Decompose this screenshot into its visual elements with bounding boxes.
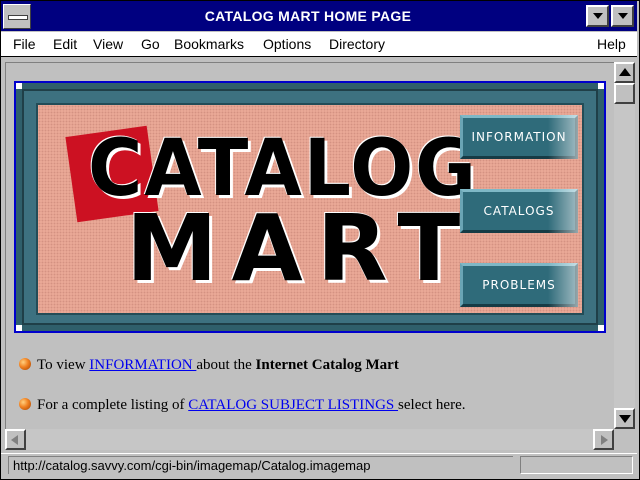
- menu-directory[interactable]: Directory: [329, 36, 385, 52]
- corner-marker: [16, 325, 22, 331]
- line1-middle: about the: [196, 357, 256, 373]
- scroll-up-button[interactable]: [614, 62, 635, 83]
- status-progress: [520, 456, 633, 474]
- scroll-right-button[interactable]: [593, 429, 614, 450]
- catalog-subject-listings-link[interactable]: CATALOG SUBJECT LISTINGS: [188, 397, 398, 413]
- horizontal-scrollbar[interactable]: [5, 429, 614, 450]
- scroll-left-button[interactable]: [5, 429, 26, 450]
- line2-suffix: select here.: [398, 397, 466, 413]
- menu-go[interactable]: Go: [141, 36, 160, 52]
- corner-marker: [598, 83, 604, 89]
- menu-bookmarks[interactable]: Bookmarks: [174, 36, 244, 52]
- problems-button[interactable]: PROBLEMS: [460, 263, 578, 307]
- page-content: CATALOG MART INFORMATION CATALOGS PROBLE…: [5, 62, 616, 430]
- catalog-mart-imagemap[interactable]: CATALOG MART INFORMATION CATALOGS PROBLE…: [14, 81, 606, 333]
- information-link[interactable]: INFORMATION: [89, 357, 196, 373]
- menu-options[interactable]: Options: [263, 36, 311, 52]
- information-button[interactable]: INFORMATION: [460, 115, 578, 159]
- corner-marker: [598, 325, 604, 331]
- problems-button-label: PROBLEMS: [482, 278, 556, 292]
- scroll-down-button[interactable]: [614, 408, 635, 429]
- maximize-button[interactable]: [611, 5, 634, 27]
- minimize-button[interactable]: [586, 5, 609, 27]
- menu-help[interactable]: Help: [597, 36, 626, 52]
- status-url: http://catalog.savvy.com/cgi-bin/imagema…: [8, 456, 513, 474]
- menu-edit[interactable]: Edit: [53, 36, 77, 52]
- menu-file[interactable]: File: [13, 36, 36, 52]
- maximize-icon: [618, 13, 628, 19]
- logo-mart: MART: [126, 195, 475, 302]
- bullet-icon: [19, 358, 31, 370]
- scroll-down-icon: [619, 415, 631, 423]
- window-title: CATALOG MART HOME PAGE: [204, 8, 412, 24]
- list-item: For a complete listing of CATALOG SUBJEC…: [19, 397, 466, 414]
- vertical-scrollbar[interactable]: [614, 62, 635, 429]
- scroll-thumb[interactable]: [614, 83, 635, 104]
- line1-prefix: To view: [37, 357, 90, 373]
- scroll-right-icon: [601, 435, 608, 445]
- line1-bold: Internet Catalog Mart: [255, 357, 399, 373]
- line2-prefix: For a complete listing of: [37, 397, 189, 413]
- system-menu-icon[interactable]: [3, 4, 31, 29]
- bullet-icon: [19, 398, 31, 410]
- scroll-up-icon: [619, 68, 631, 76]
- catalogs-button[interactable]: CATALOGS: [460, 189, 578, 233]
- scrollbar-corner: [614, 429, 635, 450]
- minimize-icon: [593, 13, 603, 19]
- menu-view[interactable]: View: [93, 36, 123, 52]
- list-item: To view INFORMATION about the Internet C…: [19, 357, 399, 374]
- menu-bar: File Edit View Go Bookmarks Options Dire…: [1, 32, 637, 57]
- scroll-left-icon: [11, 435, 18, 445]
- catalogs-button-label: CATALOGS: [483, 204, 555, 218]
